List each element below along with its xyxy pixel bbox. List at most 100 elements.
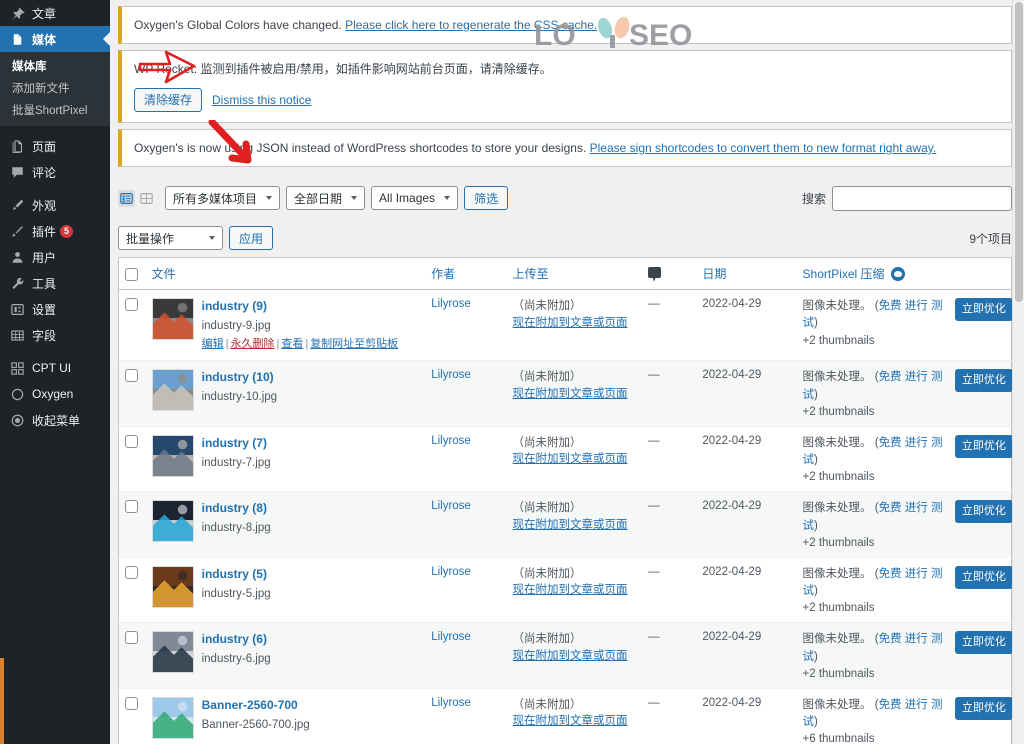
media-thumbnail[interactable] — [151, 500, 194, 543]
regenerate-css-cache-link[interactable]: Please click here to regenerate the CSS … — [345, 18, 597, 32]
media-title-link[interactable]: industry (5) — [202, 566, 271, 583]
sidebar-item-collapse-menu[interactable]: 收起菜单 — [0, 407, 110, 433]
attach-to-post-link[interactable]: 现在附加到文章或页面 — [513, 386, 637, 403]
sp-run-link[interactable]: 进行 — [905, 633, 928, 645]
sidebar-item-posts[interactable]: 文章 — [0, 0, 110, 26]
filter-button[interactable]: 筛选 — [464, 186, 509, 210]
submenu-item-bulk-shortpixel[interactable]: 批量ShortPixel — [0, 99, 110, 121]
media-thumbnail[interactable] — [151, 369, 194, 412]
sidebar-item-fields[interactable]: 字段 — [0, 322, 110, 348]
row-checkbox[interactable] — [125, 369, 138, 383]
search-input[interactable] — [832, 185, 1012, 211]
optimize-now-button[interactable]: 立即优化 — [954, 631, 1013, 655]
header-author[interactable]: 作者 — [425, 257, 507, 290]
sp-free-link[interactable]: 免费 — [879, 437, 902, 449]
sp-run-link[interactable]: 进行 — [905, 437, 928, 449]
media-title-link[interactable]: industry (7) — [202, 435, 271, 452]
row-checkbox[interactable] — [125, 434, 138, 448]
apply-bulk-action-button[interactable]: 应用 — [229, 226, 274, 250]
row-action-edit[interactable]: 编辑 — [202, 338, 224, 350]
bulk-action-select[interactable]: 批量操作 — [118, 226, 223, 250]
media-thumbnail[interactable] — [151, 565, 194, 608]
row-checkbox[interactable] — [125, 500, 138, 514]
row-checkbox[interactable] — [125, 565, 138, 579]
sp-run-link[interactable]: 进行 — [905, 568, 928, 580]
sidebar-item-comments[interactable]: 评论 — [0, 159, 110, 185]
header-date[interactable]: 日期 — [696, 257, 797, 290]
media-title-link[interactable]: industry (10) — [202, 369, 277, 386]
optimize-now-button[interactable]: 立即优化 — [954, 565, 1013, 589]
optimize-now-button[interactable]: 立即优化 — [954, 298, 1013, 321]
select-all-checkbox[interactable] — [125, 267, 138, 281]
author-link[interactable]: Lilyrose — [431, 500, 471, 512]
media-thumbnail[interactable] — [151, 298, 194, 340]
submenu-item-add-new[interactable]: 添加新文件 — [0, 77, 110, 99]
sp-run-link[interactable]: 进行 — [905, 699, 928, 711]
scrollbar-thumb[interactable] — [1015, 2, 1023, 302]
author-link[interactable]: Lilyrose — [431, 697, 471, 709]
row-action-copy-url[interactable]: 复制网址至剪贴板 — [310, 338, 398, 350]
optimize-now-button[interactable]: 立即优化 — [954, 369, 1013, 393]
media-title-link[interactable]: industry (6) — [202, 631, 271, 648]
submenu-item-media-library[interactable]: 媒体库 — [0, 55, 110, 77]
optimize-now-button[interactable]: 立即优化 — [954, 434, 1013, 458]
header-comments[interactable] — [642, 257, 697, 290]
clear-cache-button[interactable]: 清除缓存 — [134, 88, 203, 112]
row-action-view[interactable]: 查看 — [281, 338, 303, 350]
attach-to-post-link[interactable]: 现在附加到文章或页面 — [513, 517, 637, 534]
image-filter-select[interactable]: All Images — [371, 186, 459, 210]
sidebar-item-media[interactable]: 媒体 — [0, 26, 110, 52]
media-thumbnail[interactable] — [151, 434, 194, 477]
attach-to-post-link[interactable]: 现在附加到文章或页面 — [513, 315, 637, 332]
media-thumbnail[interactable] — [151, 631, 194, 674]
sidebar-item-plugins[interactable]: 插件 5 — [0, 218, 110, 244]
header-uploaded-to[interactable]: 上传至 — [506, 257, 643, 290]
author-link[interactable]: Lilyrose — [431, 566, 471, 578]
media-title-link[interactable]: industry (8) — [202, 500, 271, 517]
author-link[interactable]: Lilyrose — [431, 631, 471, 643]
media-type-filter-select[interactable]: 所有多媒体项目 — [165, 186, 281, 210]
attach-to-post-link[interactable]: 现在附加到文章或页面 — [513, 582, 637, 599]
sp-run-link[interactable]: 进行 — [905, 502, 928, 514]
media-thumbnail[interactable] — [151, 696, 194, 739]
author-cell: Lilyrose — [425, 687, 507, 744]
sidebar-item-pages[interactable]: 页面 — [0, 133, 110, 159]
media-title-link[interactable]: Banner-2560-700 — [202, 697, 310, 714]
attach-to-post-link[interactable]: 现在附加到文章或页面 — [513, 648, 637, 665]
sp-run-link[interactable]: 进行 — [905, 371, 928, 383]
sp-free-link[interactable]: 免费 — [879, 371, 902, 383]
sidebar-item-cpt-ui[interactable]: CPT UI — [0, 355, 110, 381]
row-checkbox[interactable] — [125, 298, 138, 311]
row-checkbox[interactable] — [125, 631, 138, 645]
row-action-delete[interactable]: 永久删除 — [230, 338, 274, 350]
row-checkbox[interactable] — [125, 696, 138, 710]
author-link[interactable]: Lilyrose — [431, 298, 471, 310]
grid-view-icon[interactable] — [138, 190, 155, 207]
optimize-now-button[interactable]: 立即优化 — [954, 696, 1013, 720]
sidebar-item-users[interactable]: 用户 — [0, 244, 110, 270]
author-link[interactable]: Lilyrose — [431, 369, 471, 381]
sidebar-item-oxygen[interactable]: Oxygen — [0, 381, 110, 407]
optimize-now-button[interactable]: 立即优化 — [954, 500, 1013, 524]
attach-to-post-link[interactable]: 现在附加到文章或页面 — [513, 713, 637, 730]
media-title-link[interactable]: industry (9) — [202, 298, 399, 315]
convert-shortcodes-link[interactable]: Please sign shortcodes to convert them t… — [590, 141, 937, 155]
comment-count: — — [648, 298, 660, 310]
sp-run-link[interactable]: 进行 — [905, 300, 928, 312]
list-view-icon[interactable] — [118, 189, 135, 207]
dismiss-notice-link[interactable]: Dismiss this notice — [212, 91, 311, 109]
sp-free-link[interactable]: 免费 — [879, 699, 902, 711]
date-filter-select[interactable]: 全部日期 — [286, 186, 366, 210]
sidebar-item-settings[interactable]: 设置 — [0, 296, 110, 322]
sp-free-link[interactable]: 免费 — [879, 633, 902, 645]
sp-free-link[interactable]: 免费 — [879, 502, 902, 514]
sidebar-item-appearance[interactable]: 外观 — [0, 192, 110, 218]
sp-free-link[interactable]: 免费 — [879, 568, 902, 580]
header-file[interactable]: 文件 — [145, 257, 426, 290]
attach-to-post-link[interactable]: 现在附加到文章或页面 — [513, 451, 637, 468]
sidebar-item-tools[interactable]: 工具 — [0, 270, 110, 296]
header-shortpixel-label: ShortPixel 压缩 — [802, 267, 885, 281]
author-link[interactable]: Lilyrose — [431, 435, 471, 447]
sp-free-link[interactable]: 免费 — [879, 300, 902, 312]
page-scrollbar[interactable] — [1012, 0, 1024, 744]
